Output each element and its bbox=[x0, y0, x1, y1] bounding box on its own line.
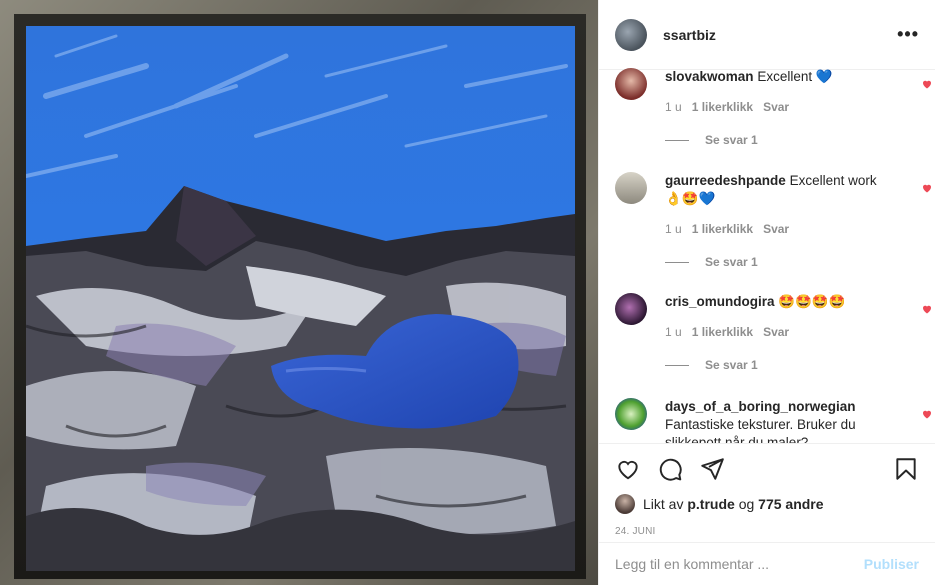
comment-meta: 1 u 1 likerklikk Svar bbox=[665, 100, 789, 114]
comment-content: Excellent 💙 bbox=[757, 69, 833, 84]
likes-joiner: og bbox=[738, 496, 755, 512]
comment-text: gaurreedeshpande Excellent work 👌🤩💙 bbox=[665, 172, 895, 208]
mountain-lake-painting bbox=[26, 26, 575, 571]
post-date[interactable]: 24. JUNI bbox=[599, 520, 935, 542]
like-heart-icon[interactable] bbox=[921, 408, 933, 420]
share-icon[interactable] bbox=[699, 456, 725, 482]
comment-text: slovakwoman Excellent 💙 bbox=[665, 68, 895, 86]
painting-canvas bbox=[26, 26, 575, 571]
comment-likes[interactable]: 1 likerklikk bbox=[692, 100, 753, 114]
comments-list[interactable]: slovakwoman Excellent 💙 1 u 1 likerklikk… bbox=[599, 60, 935, 443]
commenter-username[interactable]: cris_omundogira bbox=[665, 294, 775, 309]
commenter-avatar[interactable] bbox=[615, 172, 647, 204]
commenter-username[interactable]: slovakwoman bbox=[665, 69, 754, 84]
comment-likes[interactable]: 1 likerklikk bbox=[692, 325, 753, 339]
action-icons-row bbox=[599, 444, 935, 494]
heart-icon[interactable] bbox=[615, 456, 641, 482]
comment-composer: Publiser bbox=[599, 542, 935, 585]
author-username[interactable]: ssartbiz bbox=[663, 27, 716, 43]
comment-content: 🤩🤩🤩🤩 bbox=[778, 294, 846, 309]
comment-text: days_of_a_boring_norwegian Fantastiske t… bbox=[665, 398, 895, 443]
comment-reply-button[interactable]: Svar bbox=[763, 222, 789, 236]
likes-others[interactable]: 775 andre bbox=[758, 496, 823, 512]
comment-reply-button[interactable]: Svar bbox=[763, 100, 789, 114]
post-image[interactable] bbox=[0, 0, 598, 585]
replies-divider bbox=[665, 364, 689, 366]
comment-age: 1 u bbox=[665, 100, 682, 114]
like-heart-icon[interactable] bbox=[921, 182, 933, 194]
instagram-post: ssartbiz ••• slovakwoman Excellent 💙 1 u… bbox=[0, 0, 935, 585]
post-actions: Likt av p.trude og 775 andre 24. JUNI bbox=[599, 443, 935, 542]
commenter-username[interactable]: gaurreedeshpande bbox=[665, 173, 786, 188]
commenter-avatar[interactable] bbox=[615, 398, 647, 430]
replies-divider bbox=[665, 261, 689, 263]
publish-button[interactable]: Publiser bbox=[864, 556, 919, 572]
view-replies-button[interactable]: Se svar 1 bbox=[665, 133, 758, 147]
comment-age: 1 u bbox=[665, 325, 682, 339]
comment-content: Fantastiske teksturer. Bruker du slikkep… bbox=[665, 417, 856, 443]
view-replies-label: Se svar 1 bbox=[705, 358, 758, 372]
commenter-username[interactable]: days_of_a_boring_norwegian bbox=[665, 399, 856, 414]
likes-summary: Likt av p.trude og 775 andre bbox=[599, 494, 935, 514]
view-replies-button[interactable]: Se svar 1 bbox=[665, 358, 758, 372]
likes-prefix: Likt av bbox=[643, 496, 684, 512]
author-avatar[interactable] bbox=[615, 18, 647, 51]
comment-meta: 1 u 1 likerklikk Svar bbox=[665, 325, 789, 339]
bookmark-icon[interactable] bbox=[893, 456, 919, 482]
commenter-avatar[interactable] bbox=[615, 293, 647, 325]
view-replies-label: Se svar 1 bbox=[705, 133, 758, 147]
comment-icon[interactable] bbox=[657, 456, 683, 482]
like-heart-icon[interactable] bbox=[921, 78, 933, 90]
comment-reply-button[interactable]: Svar bbox=[763, 325, 789, 339]
view-replies-button[interactable]: Se svar 1 bbox=[665, 255, 758, 269]
comment-text: cris_omundogira 🤩🤩🤩🤩 bbox=[665, 293, 895, 311]
replies-divider bbox=[665, 139, 689, 141]
comment-input[interactable] bbox=[615, 556, 864, 572]
like-heart-icon[interactable] bbox=[921, 303, 933, 315]
comment-likes[interactable]: 1 likerklikk bbox=[692, 222, 753, 236]
commenter-avatar[interactable] bbox=[615, 68, 647, 100]
comment-meta: 1 u 1 likerklikk Svar bbox=[665, 222, 789, 236]
comment-age: 1 u bbox=[665, 222, 682, 236]
liker-avatar[interactable] bbox=[615, 494, 635, 514]
post-sidebar: ssartbiz ••• slovakwoman Excellent 💙 1 u… bbox=[598, 0, 935, 585]
liker-username[interactable]: p.trude bbox=[687, 496, 734, 512]
more-horizontal-icon[interactable]: ••• bbox=[897, 24, 919, 45]
view-replies-label: Se svar 1 bbox=[705, 255, 758, 269]
